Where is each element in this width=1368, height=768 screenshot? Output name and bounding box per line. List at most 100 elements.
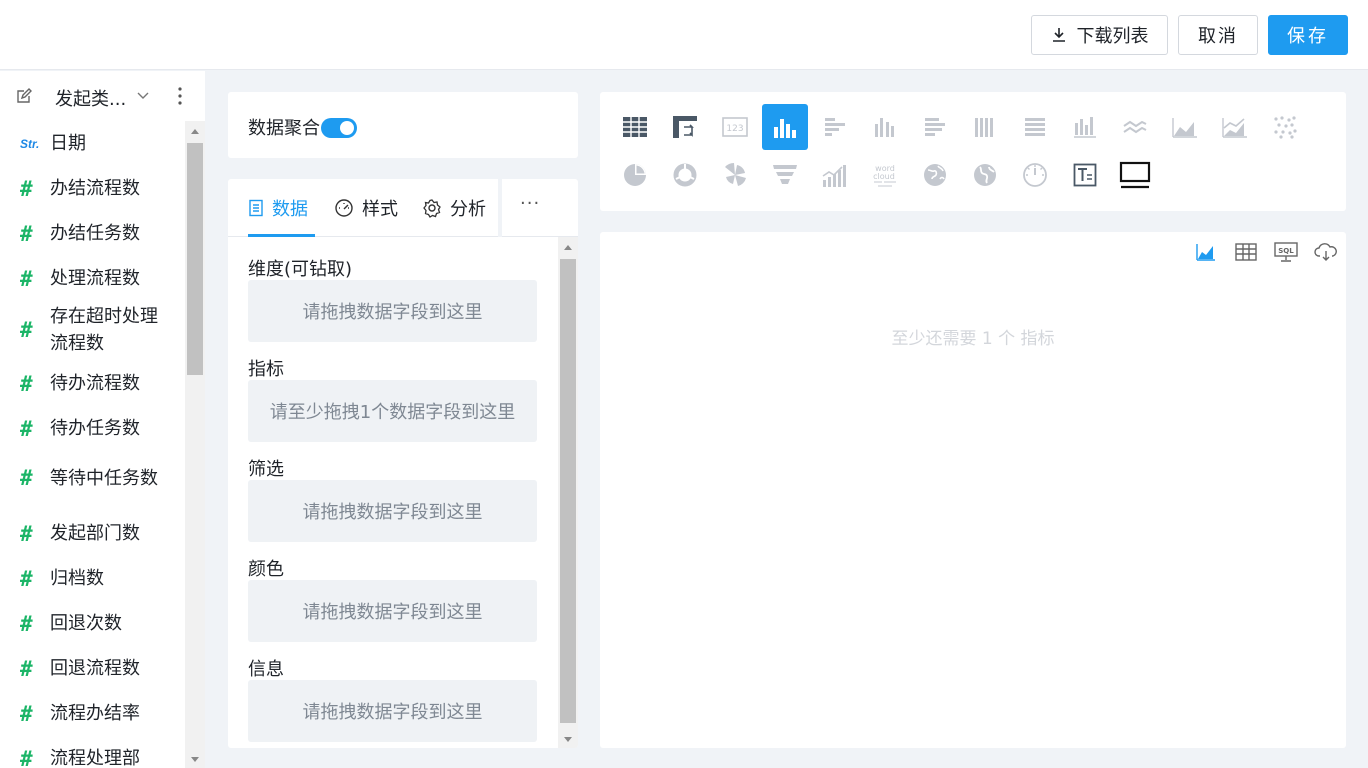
field-label: 发起部门数	[50, 523, 140, 544]
config-tabs: 数据 样式 分析 ···	[228, 179, 578, 237]
field-item[interactable]: # 存在超时处理流程数	[0, 303, 185, 357]
field-item[interactable]: # 归档数	[0, 556, 185, 601]
download-list-button[interactable]: 下载列表	[1031, 15, 1168, 55]
field-label: 流程处理部	[50, 748, 140, 768]
field-item[interactable]: # 回退次数	[0, 601, 185, 646]
grouped-bar-icon[interactable]	[862, 104, 908, 150]
field-item[interactable]: Str. 日期	[0, 121, 185, 166]
sql-view-text: SQL	[1278, 247, 1294, 255]
map-icon[interactable]	[962, 152, 1008, 198]
tab-divider	[498, 179, 502, 237]
percent-bar-icon[interactable]	[1062, 104, 1108, 150]
dataset-title[interactable]: 发起类...	[55, 85, 126, 111]
field-label: 日期	[50, 133, 86, 154]
number-type-icon: #	[20, 521, 33, 546]
world-map-icon[interactable]	[912, 152, 958, 198]
number-type-icon: #	[20, 176, 33, 201]
more-tabs-button[interactable]: ···	[520, 193, 540, 214]
table-icon[interactable]	[612, 104, 658, 150]
metric-label: 指标	[248, 359, 284, 380]
field-label: 待办任务数	[50, 418, 140, 439]
svg-text:cloud: cloud	[873, 172, 895, 181]
area-chart-view-icon[interactable]	[1194, 240, 1218, 264]
funnel-chart-icon[interactable]	[762, 152, 808, 198]
scroll-down-icon[interactable]	[191, 757, 199, 762]
scroll-up-icon[interactable]	[191, 129, 199, 134]
tab-analysis-label: 分析	[450, 199, 486, 220]
edit-icon[interactable]	[15, 87, 33, 105]
aggregation-toggle[interactable]	[321, 118, 357, 138]
number-type-icon: #	[20, 266, 33, 291]
area-chart-icon[interactable]	[1162, 104, 1208, 150]
stacked-horizontal-bar-icon[interactable]	[912, 104, 958, 150]
tab-analysis[interactable]: 分析	[422, 179, 486, 237]
more-vertical-icon[interactable]	[172, 85, 188, 107]
field-label: 归档数	[50, 568, 104, 589]
combo-chart-icon[interactable]	[812, 152, 858, 198]
percent-horizontal-bar-icon[interactable]	[1012, 104, 1058, 150]
rose-chart-icon[interactable]	[712, 152, 758, 198]
dimension-label: 维度(可钻取)	[248, 259, 353, 280]
field-label: 存在超时处理流程数	[50, 306, 158, 354]
download-icon	[1052, 28, 1065, 42]
pie-chart-icon[interactable]	[612, 152, 658, 198]
config-scrollbar[interactable]	[558, 237, 578, 748]
chart-preview-panel: SQL 至少还需要 1 个 指标	[600, 232, 1346, 748]
bar-chart-icon[interactable]	[762, 104, 808, 150]
scroll-up-icon[interactable]	[564, 245, 572, 250]
tab-style[interactable]: 样式	[334, 179, 398, 237]
download-list-label: 下载列表	[1076, 26, 1149, 47]
data-icon	[249, 199, 263, 217]
sql-view-icon[interactable]: SQL	[1274, 240, 1298, 264]
tab-data[interactable]: 数据	[248, 179, 308, 237]
config-scroll-thumb[interactable]	[560, 259, 576, 723]
field-item[interactable]: # 流程办结率	[0, 691, 185, 736]
dimension-dropzone[interactable]: 请拖拽数据字段到这里	[248, 280, 537, 342]
config-panel: 数据 样式 分析 ··· 维度(可钻取) 请拖拽数据字段到这里 指标 请至少拖拽…	[228, 179, 578, 748]
field-label: 回退次数	[50, 613, 122, 634]
screen-icon[interactable]	[1112, 152, 1158, 198]
field-item[interactable]: # 待办任务数	[0, 406, 185, 451]
chevron-down-icon[interactable]	[136, 89, 150, 103]
field-item[interactable]: # 回退流程数	[0, 646, 185, 691]
number-card-icon[interactable]: 123	[712, 104, 758, 150]
save-button[interactable]: 保存	[1268, 15, 1348, 55]
field-item[interactable]: # 待办流程数	[0, 361, 185, 406]
donut-chart-icon[interactable]	[662, 152, 708, 198]
field-item[interactable]: # 处理流程数	[0, 256, 185, 301]
color-dropzone[interactable]: 请拖拽数据字段到这里	[248, 580, 537, 642]
scroll-down-icon[interactable]	[564, 737, 572, 742]
field-item[interactable]: # 等待中任务数	[0, 451, 185, 505]
field-item[interactable]: # 发起部门数	[0, 511, 185, 556]
tab-data-label: 数据	[272, 199, 308, 220]
field-item[interactable]: # 办结流程数	[0, 166, 185, 211]
field-item[interactable]: # 办结任务数	[0, 211, 185, 256]
active-tab-indicator	[248, 234, 315, 237]
chart-type-panel: 123 word cloud	[600, 92, 1346, 211]
sidebar-scroll-thumb[interactable]	[187, 143, 203, 375]
number-type-icon: #	[20, 371, 33, 396]
info-dropzone[interactable]: 请拖拽数据字段到这里	[248, 680, 537, 742]
gauge-chart-icon[interactable]	[1012, 152, 1058, 198]
cloud-download-icon[interactable]	[1314, 240, 1338, 264]
line-chart-icon[interactable]	[1112, 104, 1158, 150]
top-toolbar: 下载列表 取消 保存	[0, 0, 1368, 70]
cancel-button[interactable]: 取消	[1178, 15, 1258, 55]
sidebar-scrollbar[interactable]	[185, 121, 205, 768]
scatter-icon[interactable]	[1262, 104, 1308, 150]
pivot-table-icon[interactable]	[662, 104, 708, 150]
field-label: 等待中任务数	[50, 467, 158, 489]
stacked-area-icon[interactable]	[1212, 104, 1258, 150]
aggregation-card: 数据聚合	[228, 92, 578, 158]
field-item[interactable]: # 流程处理部	[0, 736, 185, 768]
word-cloud-icon[interactable]: word cloud	[862, 152, 908, 198]
filter-label: 筛选	[248, 459, 284, 480]
metric-dropzone[interactable]: 请至少拖拽1个数据字段到这里	[248, 380, 537, 442]
text-card-icon[interactable]	[1062, 152, 1108, 198]
info-label: 信息	[248, 659, 284, 680]
table-view-icon[interactable]	[1234, 240, 1258, 264]
filter-dropzone[interactable]: 请拖拽数据字段到这里	[248, 480, 537, 542]
horizontal-bar-icon[interactable]	[812, 104, 858, 150]
stacked-bar-icon[interactable]	[962, 104, 1008, 150]
field-label: 待办流程数	[50, 373, 140, 394]
